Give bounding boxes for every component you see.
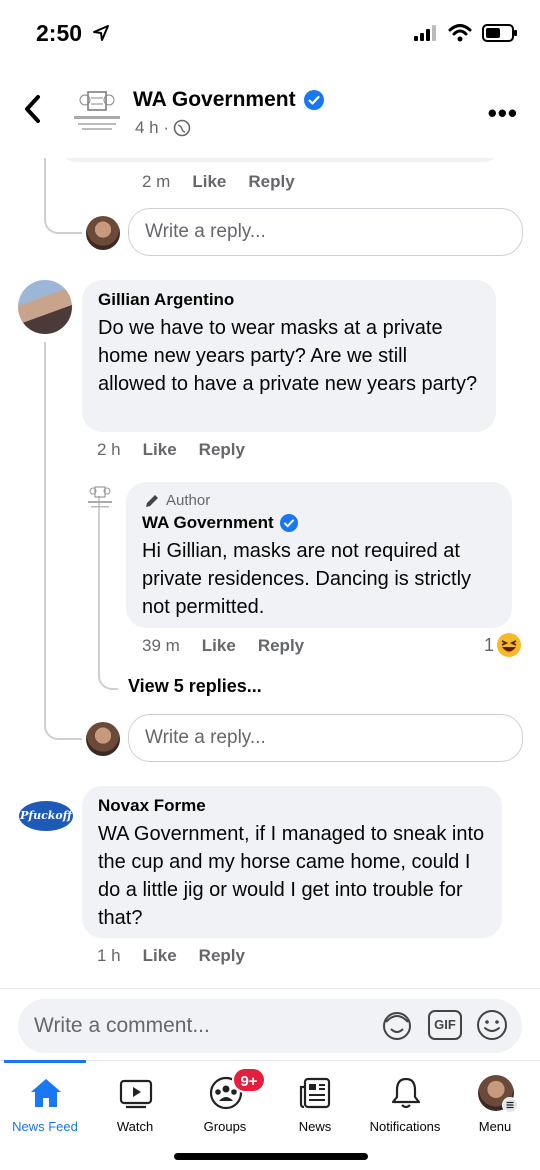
status-time: 2:50 bbox=[36, 20, 110, 47]
verified-badge-icon bbox=[303, 90, 324, 110]
globe-icon bbox=[173, 119, 191, 137]
gif-button[interactable]: GIF bbox=[428, 1010, 462, 1040]
verified-badge-icon bbox=[279, 514, 298, 532]
user-avatar bbox=[86, 216, 120, 250]
comment-input[interactable]: Write a comment... GIF bbox=[18, 999, 522, 1053]
comment-bubble-novax: Novax Forme WA Government, if I managed … bbox=[82, 786, 502, 938]
wa-reply-actions: 39 m Like Reply bbox=[142, 636, 304, 656]
user-avatar bbox=[86, 722, 120, 756]
reply-link[interactable]: Reply bbox=[258, 636, 304, 656]
more-options-icon[interactable]: ••• bbox=[488, 98, 518, 129]
pfuckoff-logo: Pfuckoff bbox=[19, 801, 73, 831]
author-badge: Author bbox=[144, 492, 496, 509]
news-icon bbox=[299, 1077, 331, 1109]
reply-link[interactable]: Reply bbox=[199, 946, 245, 966]
home-icon bbox=[31, 1079, 61, 1107]
home-indicator bbox=[174, 1153, 368, 1160]
tab-notifications[interactable]: Notifications bbox=[360, 1061, 450, 1141]
avatar-sticker-icon[interactable] bbox=[380, 1008, 414, 1042]
like-link[interactable]: Like bbox=[192, 172, 226, 192]
comment-text: Do we have to wear masks at a private ho… bbox=[98, 317, 478, 395]
wifi-icon bbox=[448, 24, 472, 42]
commenter-name[interactable]: Gillian Argentino bbox=[98, 290, 480, 310]
back-arrow-icon[interactable] bbox=[20, 92, 48, 126]
commenter-name[interactable]: WA Government bbox=[142, 513, 496, 533]
comment-time: 2 h bbox=[97, 440, 121, 459]
comment-composer: Write a comment... GIF bbox=[0, 988, 540, 1060]
novax-avatar[interactable]: Pfuckoff bbox=[18, 788, 74, 844]
commenter-name[interactable]: Novax Forme bbox=[98, 796, 486, 816]
reply-link[interactable]: Reply bbox=[248, 172, 294, 192]
reply-link[interactable]: Reply bbox=[199, 440, 245, 460]
thread-elbow bbox=[44, 198, 82, 234]
previous-comment-bubble-edge bbox=[60, 158, 500, 162]
wa-government-crest-icon[interactable] bbox=[72, 86, 122, 134]
tab-news[interactable]: News bbox=[270, 1061, 360, 1141]
tab-watch[interactable]: Watch bbox=[90, 1061, 180, 1141]
thread-elbow bbox=[44, 698, 82, 740]
reply-bubble-wa-government: Author WA Government Hi Gillian, masks a… bbox=[126, 482, 512, 628]
reply-input[interactable]: Write a reply... bbox=[128, 714, 523, 762]
post-meta: 4 h · bbox=[135, 118, 191, 138]
battery-icon bbox=[482, 24, 517, 42]
reply-thread-elbow bbox=[98, 496, 118, 690]
gillian-avatar[interactable] bbox=[18, 280, 72, 334]
location-arrow-icon bbox=[93, 25, 110, 41]
emoji-icon[interactable] bbox=[476, 1009, 508, 1041]
watch-icon bbox=[119, 1079, 153, 1109]
comment-time: 1 h bbox=[97, 946, 121, 965]
comment-bubble-gillian: Gillian Argentino Do we have to wear mas… bbox=[82, 280, 496, 432]
tab-groups[interactable]: 9+ Groups bbox=[180, 1061, 270, 1141]
tab-menu[interactable]: Menu bbox=[450, 1061, 540, 1141]
bottom-tab-bar: News Feed Watch 9+ Groups News Notificat… bbox=[0, 1060, 540, 1170]
status-bar: 2:50 bbox=[0, 0, 540, 70]
wa-government-crest-icon[interactable] bbox=[86, 484, 114, 512]
active-tab-indicator bbox=[4, 1060, 86, 1063]
pencil-icon bbox=[146, 494, 158, 507]
comment-text: Hi Gillian, masks are not required at pr… bbox=[142, 540, 472, 618]
view-more-replies-link[interactable]: View 5 replies... bbox=[128, 676, 262, 697]
novax-comment-actions: 1 h Like Reply bbox=[97, 946, 245, 966]
reaction-summary[interactable]: 1 bbox=[484, 632, 522, 658]
tab-news-feed[interactable]: News Feed bbox=[0, 1060, 90, 1141]
comment-text: WA Government, if I managed to sneak int… bbox=[98, 823, 485, 929]
prev-reply-actions: 2 m Like Reply bbox=[142, 172, 295, 192]
post-header: WA Government 4 h · ••• bbox=[0, 70, 540, 158]
reply-input[interactable]: Write a reply... bbox=[128, 208, 523, 256]
bell-icon bbox=[391, 1077, 421, 1109]
gillian-comment-actions: 2 h Like Reply bbox=[97, 440, 245, 460]
cellular-signal-icon bbox=[414, 25, 436, 41]
comment-time: 2 m bbox=[142, 172, 171, 191]
page-title[interactable]: WA Government bbox=[133, 88, 324, 112]
menu-lines-icon bbox=[502, 1097, 518, 1113]
like-link[interactable]: Like bbox=[202, 636, 236, 656]
like-link[interactable]: Like bbox=[143, 440, 177, 460]
groups-notification-badge: 9+ bbox=[232, 1067, 266, 1093]
thread-line bbox=[44, 342, 46, 722]
like-link[interactable]: Like bbox=[143, 946, 177, 966]
haha-reaction-icon bbox=[497, 633, 522, 657]
comment-time: 39 m bbox=[142, 636, 180, 655]
comments-list[interactable]: 2 m Like Reply Write a reply... Gillian … bbox=[0, 158, 540, 988]
